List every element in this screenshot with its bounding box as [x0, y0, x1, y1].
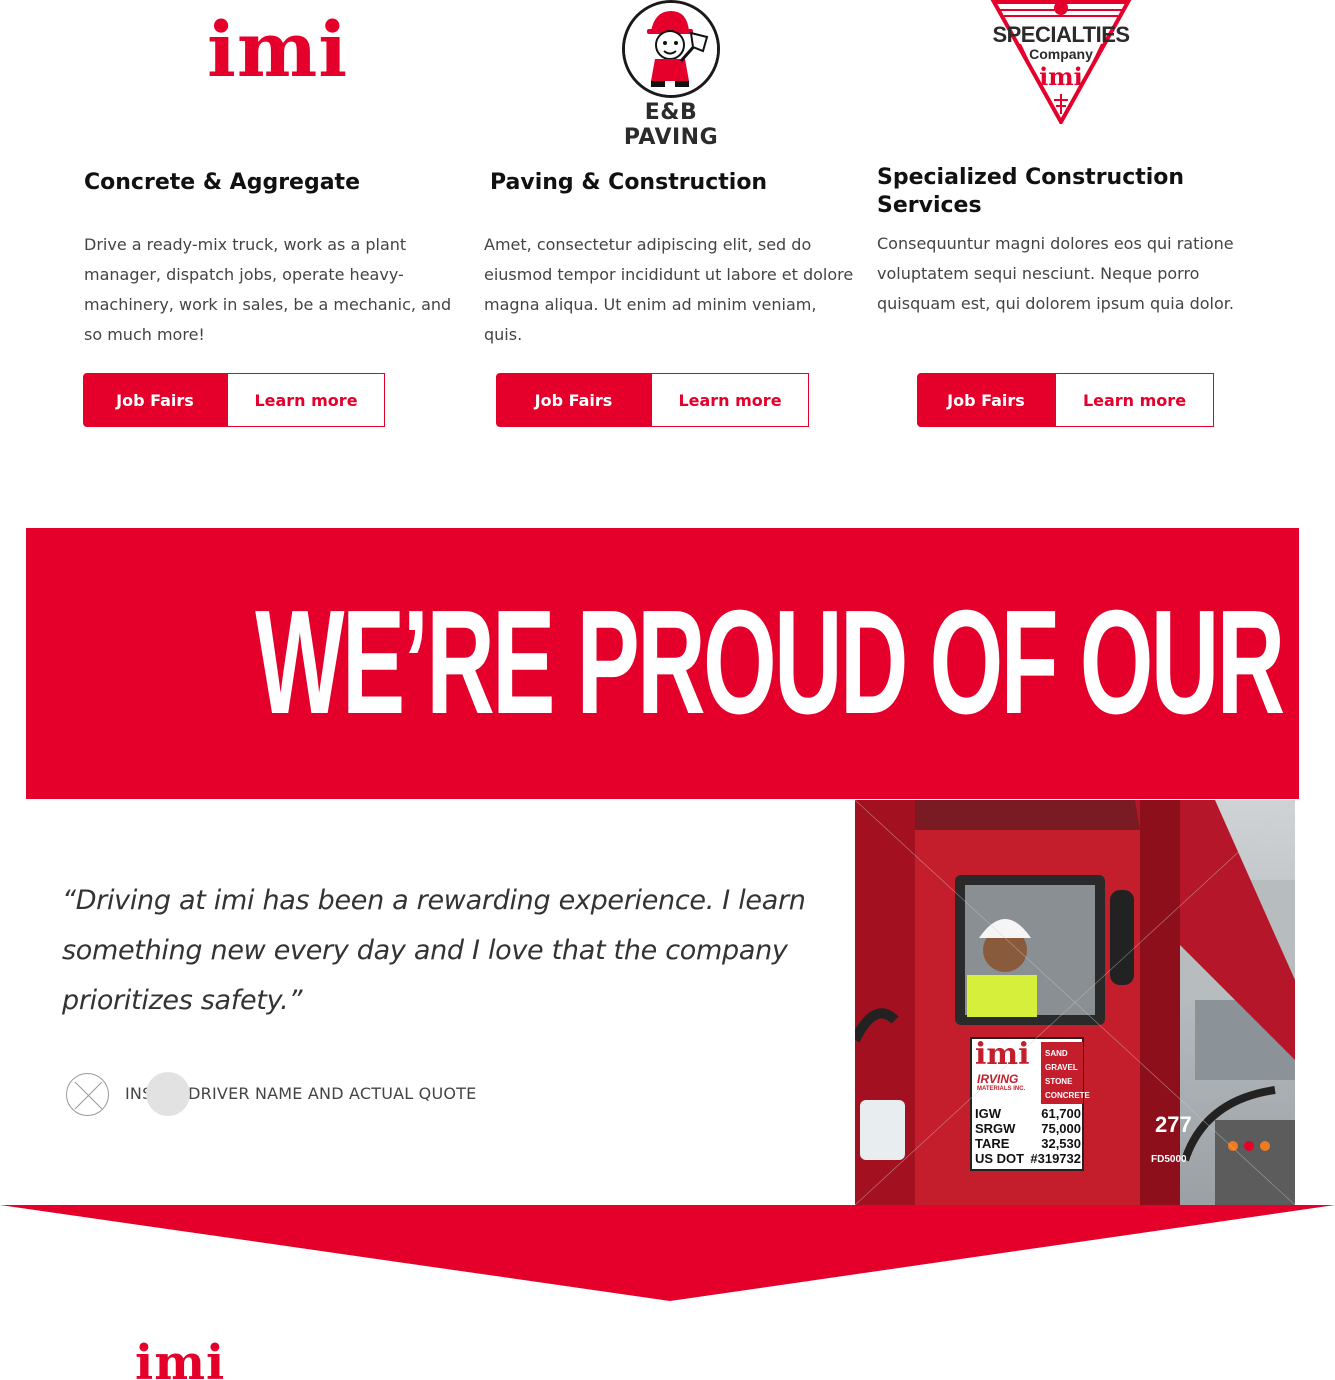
specialties-wordmark: SPECIALTIES: [992, 22, 1130, 47]
specialties-imi-wordmark: imi: [1039, 62, 1083, 91]
testimonial-quote: “Driving at imi has been a rewarding exp…: [62, 885, 806, 1016]
service-title-paving: Paving & Construction: [490, 170, 768, 195]
footer-imi-logo[interactable]: imi: [135, 1339, 225, 1380]
banner-title: WE’RE PROUD OF OUR WORK: [255, 580, 1299, 745]
spec-value: 75,000: [1041, 1121, 1081, 1136]
job-fairs-button[interactable]: Job Fairs: [83, 373, 227, 427]
name-overlay-circle: [146, 1072, 190, 1116]
section-divider-chevron: [0, 1205, 1335, 1301]
door-sign-specs: IGW 61,700 SRGW 75,000 TARE 32,530 US DOT #3…: [975, 1106, 1081, 1166]
service-actions-specialized: Job Fairs Learn more: [917, 373, 1214, 427]
door-sign-products: SAND GRAVEL STONE CONCRETE: [1045, 1047, 1090, 1103]
door-sign-brand: imi: [975, 1037, 1030, 1072]
service-body-concrete: Drive a ready-mix truck, work as a plant…: [84, 235, 452, 344]
service-actions-concrete: Job Fairs Learn more: [83, 373, 385, 427]
product-concrete: CONCRETE: [1045, 1091, 1090, 1100]
service-actions-paving: Job Fairs Learn more: [496, 373, 809, 427]
service-title-concrete: Concrete & Aggregate: [84, 170, 360, 195]
eb-paving-wordmark: E&B PAVING: [623, 100, 719, 150]
job-fairs-button[interactable]: Job Fairs: [496, 373, 651, 427]
spec-row: TARE 32,530: [975, 1136, 1081, 1151]
truck-number: 277: [1155, 1112, 1192, 1137]
product-gravel: GRAVEL: [1045, 1063, 1078, 1072]
door-sign-company-sub: MATERIALS INC.: [977, 1086, 1026, 1092]
spec-label: IGW: [975, 1106, 1001, 1121]
product-sand: SAND: [1045, 1049, 1068, 1058]
company-wordmark: Company: [1029, 46, 1093, 62]
eb-paving-mascot-icon: [622, 0, 720, 98]
spec-row: US DOT #319732: [975, 1151, 1081, 1166]
door-sign-company: IRVING: [977, 1072, 1019, 1086]
learn-more-button[interactable]: Learn more: [651, 373, 809, 427]
learn-more-button[interactable]: Learn more: [1055, 373, 1214, 427]
spec-label: TARE: [975, 1136, 1010, 1151]
service-body-paving: Amet, consectetur adipiscing elit, sed d…: [484, 235, 854, 344]
learn-more-button[interactable]: Learn more: [227, 373, 385, 427]
spec-label: US DOT: [975, 1151, 1025, 1166]
product-stone: STONE: [1045, 1077, 1073, 1086]
spec-label: SRGW: [975, 1121, 1016, 1136]
spec-value: #319732: [1030, 1151, 1081, 1166]
spec-value: 32,530: [1041, 1136, 1081, 1151]
job-fairs-button[interactable]: Job Fairs: [917, 373, 1055, 427]
spec-row: SRGW 75,000: [975, 1121, 1081, 1136]
service-body-specialized: Consequuntur magni dolores eos qui ratio…: [877, 234, 1234, 313]
service-title-specialized: Specialized Construction Services: [877, 165, 1185, 218]
truck-driver-photo: imi IRVING MATERIALS INC. SAND GRAVEL ST…: [855, 800, 1295, 1205]
eb-paving-logo[interactable]: E&B PAVING: [595, 0, 747, 150]
specialties-company-logo[interactable]: SPECIALTIES Company imi: [990, 0, 1132, 124]
imi-logo[interactable]: imi: [207, 12, 348, 88]
proud-banner: WE’RE PROUD OF OUR WORK: [26, 528, 1299, 799]
spec-value: 61,700: [1041, 1106, 1081, 1121]
driver-avatar-placeholder-icon: [66, 1073, 109, 1116]
truck-model: FD5000: [1151, 1154, 1187, 1165]
spec-row: IGW 61,700: [975, 1106, 1081, 1121]
